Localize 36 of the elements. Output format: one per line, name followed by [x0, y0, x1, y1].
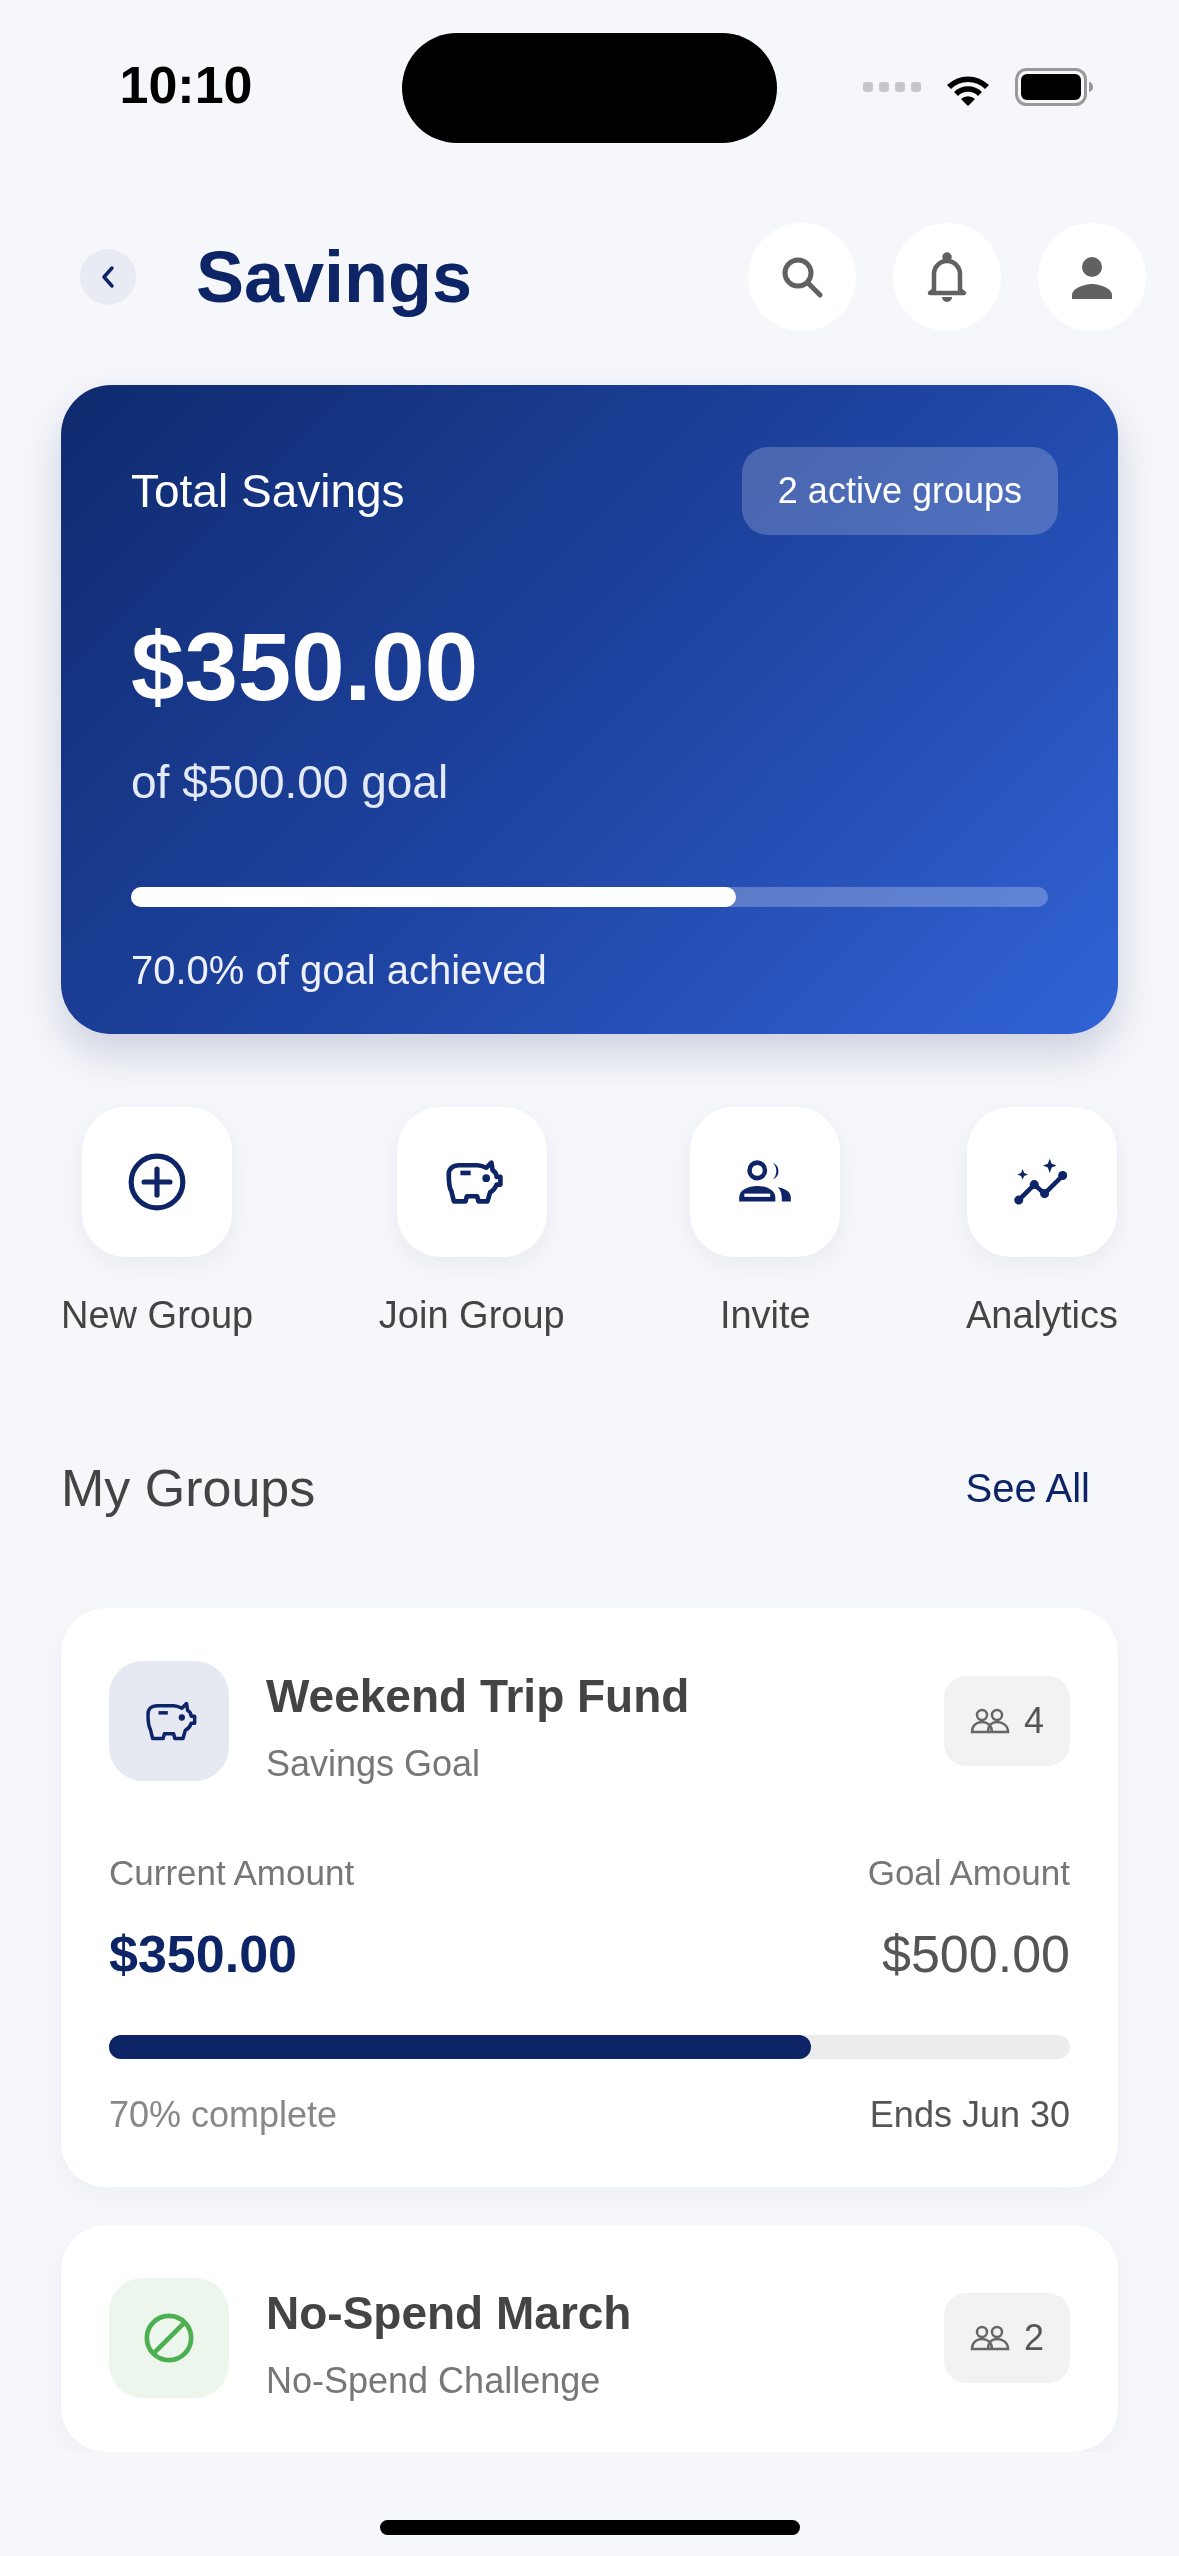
- current-amount: $350.00: [109, 1924, 297, 1985]
- action-label: Join Group: [378, 1293, 565, 1338]
- status-time: 10:10: [119, 55, 253, 115]
- total-amount: $350.00: [131, 613, 479, 719]
- group-name: Weekend Trip Fund: [266, 1669, 691, 1723]
- progress-caption: 70.0% of goal achieved: [131, 946, 548, 994]
- action-label: New Group: [61, 1293, 254, 1338]
- action-button[interactable]: [396, 1107, 547, 1257]
- action-button[interactable]: [690, 1107, 841, 1257]
- group-name: No-Spend March: [266, 2286, 633, 2340]
- action-label: Analytics: [965, 1293, 1118, 1338]
- back-icon: [99, 265, 117, 290]
- progress-text: 70% complete: [109, 2093, 338, 2137]
- end-date: Ends Jun 30: [869, 2093, 1070, 2137]
- see-all-link[interactable]: See All: [965, 1465, 1090, 1511]
- action-label: Invite: [719, 1293, 811, 1338]
- member-count: 2: [1023, 2317, 1044, 2359]
- goal-amount: $500.00: [882, 1924, 1070, 1985]
- page-title: Savings: [196, 236, 474, 319]
- goal-text: of $500.00 goal: [131, 754, 450, 810]
- action-button[interactable]: [966, 1107, 1117, 1257]
- card-title: Total Savings: [131, 463, 405, 518]
- group-type: Savings Goal: [266, 1743, 482, 1785]
- signal-icon: [863, 81, 921, 93]
- section-title: My Groups: [61, 1458, 316, 1518]
- action-button[interactable]: [82, 1107, 233, 1257]
- goal-label: Goal Amount: [867, 1852, 1070, 1894]
- battery-icon: [1015, 68, 1093, 106]
- people-icon: [969, 1708, 1010, 1734]
- group-type: No-Spend Challenge: [266, 2360, 602, 2402]
- people-icon: [969, 2325, 1010, 2351]
- bell-icon: [926, 252, 968, 303]
- current-label: Current Amount: [109, 1852, 355, 1894]
- groups-badge: 2 active groups: [741, 446, 1058, 535]
- member-count: 4: [1023, 1700, 1044, 1742]
- person-icon: [1070, 255, 1114, 300]
